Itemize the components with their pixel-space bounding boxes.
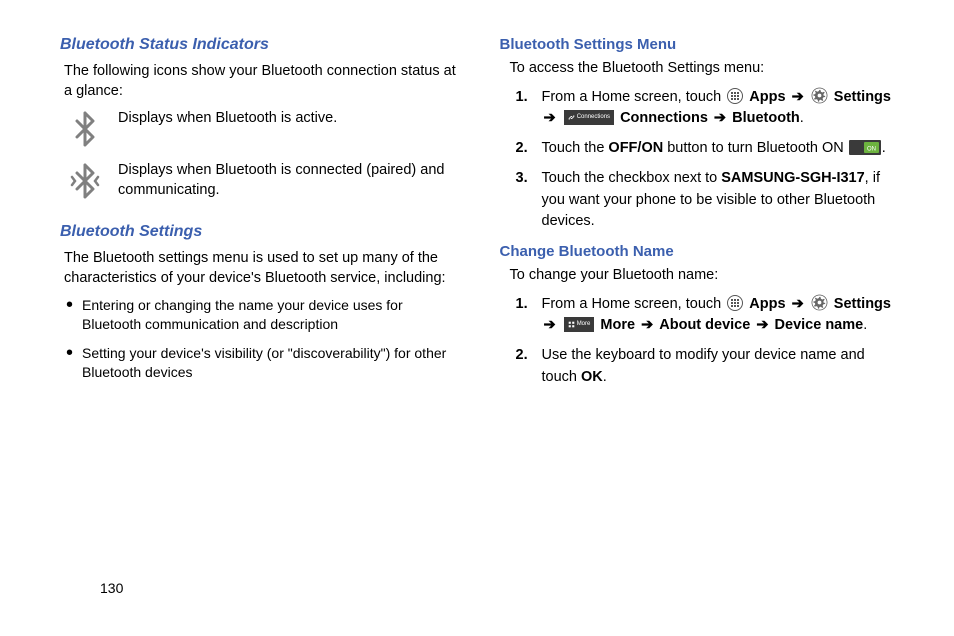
heading-bt-settings: Bluetooth Settings (60, 223, 465, 241)
page-number: 130 (100, 580, 123, 596)
settings-label: Settings (834, 89, 891, 105)
period: . (882, 140, 886, 156)
step-item: 2. Touch the OFF/ON button to turn Bluet… (516, 138, 905, 160)
step-number: 2. (516, 138, 528, 160)
bullet-item: Entering or changing the name your devic… (64, 296, 465, 334)
period: . (863, 317, 867, 333)
about-device-label: About device (659, 317, 750, 333)
intro-change: To change your Bluetooth name: (500, 266, 905, 286)
apps-label: Apps (749, 296, 785, 312)
arrow-icon: ➔ (792, 296, 804, 312)
bluetooth-connected-icon (70, 161, 100, 201)
more-tab-icon: More (564, 317, 595, 332)
step-number: 1. (516, 87, 528, 109)
apps-label: Apps (749, 89, 785, 105)
ok-label: OK (581, 369, 603, 385)
arrow-icon: ➔ (756, 317, 768, 333)
icon-desc-connected: Displays when Bluetooth is connected (pa… (118, 161, 465, 200)
step-number: 3. (516, 168, 528, 190)
settings-label: Settings (834, 296, 891, 312)
step-item: 1. From a Home screen, touch Apps ➔ (516, 87, 905, 131)
step-text: From a Home screen, touch (542, 296, 726, 312)
offon-label: OFF/ON (608, 140, 663, 156)
settings-intro: The Bluetooth settings menu is used to s… (60, 249, 465, 288)
left-column: Bluetooth Status Indicators The followin… (60, 36, 465, 397)
step-text: button to turn Bluetooth ON (663, 140, 848, 156)
bluetooth-label: Bluetooth (732, 110, 800, 126)
step-item: 3. Touch the checkbox next to SAMSUNG-SG… (516, 168, 905, 233)
settings-gear-icon (811, 294, 829, 312)
heading-bt-status-indicators: Bluetooth Status Indicators (60, 36, 465, 54)
intro-access: To access the Bluetooth Settings menu: (500, 59, 905, 79)
step-item: 2. Use the keyboard to modify your devic… (516, 345, 905, 389)
right-column: Bluetooth Settings Menu To access the Bl… (500, 36, 905, 397)
change-name-steps: 1. From a Home screen, touch Apps ➔ (500, 294, 905, 389)
arrow-icon: ➔ (792, 89, 804, 105)
settings-gear-icon (811, 87, 829, 105)
icon-desc-active: Displays when Bluetooth is active. (118, 109, 465, 129)
step-number: 2. (516, 345, 528, 367)
connections-label: Connections (620, 110, 708, 126)
toggle-on-icon: ON (849, 140, 881, 155)
apps-grid-icon (726, 294, 744, 312)
arrow-icon: ➔ (544, 110, 556, 126)
step-number: 1. (516, 294, 528, 316)
device-model-label: SAMSUNG-SGH-I317 (721, 170, 864, 186)
arrow-icon: ➔ (544, 317, 556, 333)
bluetooth-active-icon (70, 109, 100, 149)
period: . (603, 369, 607, 385)
settings-bullets: Entering or changing the name your devic… (60, 296, 465, 382)
bullet-item: Setting your device's visibility (or "di… (64, 344, 465, 382)
heading-bt-settings-menu: Bluetooth Settings Menu (500, 36, 905, 53)
arrow-icon: ➔ (714, 110, 726, 126)
step-text: Touch the (542, 140, 609, 156)
step-item: 1. From a Home screen, touch Apps ➔ (516, 294, 905, 338)
step-text: From a Home screen, touch (542, 89, 726, 105)
svg-text:ON: ON (867, 146, 876, 152)
icon-row-active: Displays when Bluetooth is active. (70, 109, 465, 149)
intro-text: The following icons show your Bluetooth … (60, 62, 465, 101)
connections-tab-icon: Connections (564, 110, 614, 125)
apps-grid-icon (726, 87, 744, 105)
more-label: More (600, 317, 635, 333)
settings-steps: 1. From a Home screen, touch Apps ➔ (500, 87, 905, 234)
device-name-label: Device name (775, 317, 864, 333)
icon-row-connected: Displays when Bluetooth is connected (pa… (70, 161, 465, 201)
heading-change-bt-name: Change Bluetooth Name (500, 243, 905, 260)
arrow-icon: ➔ (641, 317, 653, 333)
period: . (800, 110, 804, 126)
step-text: Touch the checkbox next to (542, 170, 722, 186)
